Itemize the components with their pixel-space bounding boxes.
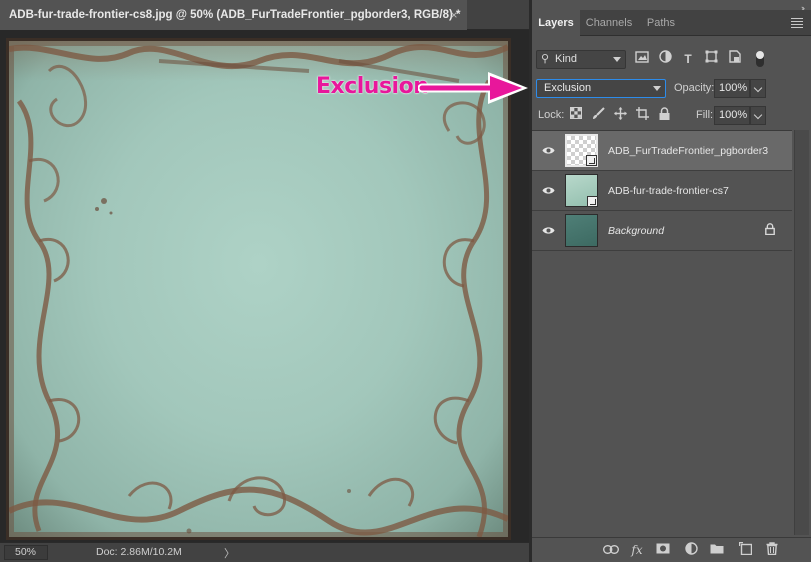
- layer-row-background[interactable]: Background: [532, 211, 792, 251]
- filter-toggle-switch[interactable]: [756, 51, 764, 67]
- layer-thumbnail[interactable]: [565, 174, 598, 207]
- layer-name[interactable]: ADB_FurTradeFrontier_pgborder3: [608, 145, 768, 157]
- annotation-label: Exclusion: [316, 74, 429, 99]
- smart-object-badge-icon: [587, 196, 598, 207]
- adjustment-layer-icon[interactable]: [682, 542, 700, 559]
- document-size-info: Doc: 2.86M/10.2M: [96, 546, 182, 558]
- layers-list: ADB_FurTradeFrontier_pgborder3 ADB-fur-t…: [532, 130, 792, 535]
- lock-label: Lock:: [538, 109, 565, 121]
- eye-visibility-icon[interactable]: [542, 184, 555, 197]
- layers-scrollbar[interactable]: [794, 130, 809, 535]
- chevron-down-icon: [753, 110, 763, 120]
- layer-name[interactable]: Background: [608, 225, 664, 237]
- panel-tab-bar: Layers Channels Paths: [532, 10, 811, 36]
- eye-visibility-icon[interactable]: [542, 144, 555, 157]
- search-icon: ⚲: [541, 53, 550, 65]
- link-layers-icon[interactable]: [602, 542, 620, 559]
- opacity-slider-button[interactable]: [750, 79, 766, 98]
- layer-thumbnail[interactable]: [565, 214, 598, 247]
- type-filter-icon[interactable]: T: [679, 50, 697, 68]
- smart-object-filter-icon[interactable]: [726, 50, 744, 68]
- shape-filter-icon[interactable]: [702, 50, 720, 68]
- layer-row-cs7[interactable]: ADB-fur-trade-frontier-cs7: [532, 171, 792, 211]
- zoom-level-field[interactable]: 50%: [4, 545, 48, 560]
- layers-panel-footer: fx: [532, 537, 811, 562]
- blend-mode-value: Exclusion: [544, 82, 592, 94]
- blend-mode-dropdown[interactable]: Exclusion: [536, 79, 666, 98]
- close-icon[interactable]: ×: [447, 8, 461, 22]
- new-layer-icon[interactable]: [736, 541, 754, 559]
- document-tab-title: ADB-fur-trade-frontier-cs8.jpg @ 50% (AD…: [9, 9, 461, 21]
- lock-row: Lock: Fill: 100%: [532, 104, 811, 126]
- tab-channels[interactable]: Channels: [580, 10, 638, 36]
- opacity-label: Opacity:: [674, 82, 715, 94]
- filter-kind-dropdown[interactable]: ⚲ Kind: [536, 50, 626, 69]
- filter-kind-label: Kind: [555, 53, 578, 65]
- panel-menu-icon[interactable]: [791, 18, 803, 30]
- image-canvas[interactable]: [6, 38, 511, 540]
- fill-slider-button[interactable]: [750, 106, 766, 125]
- ornate-border-artwork: [9, 41, 508, 537]
- lock-transparent-pixels-icon[interactable]: [568, 107, 584, 123]
- eye-visibility-icon[interactable]: [542, 224, 555, 237]
- status-bar: 50% Doc: 2.86M/10.2M 〉: [0, 542, 529, 562]
- layer-style-fx-icon[interactable]: fx: [628, 542, 646, 559]
- lock-artboard-icon[interactable]: [634, 107, 650, 123]
- fill-label: Fill:: [696, 109, 714, 121]
- chevron-down-icon: [753, 83, 763, 93]
- new-group-folder-icon[interactable]: [708, 542, 726, 559]
- tab-paths[interactable]: Paths: [638, 10, 684, 36]
- delete-layer-trash-icon[interactable]: [763, 542, 781, 559]
- blend-mode-row: Exclusion Opacity: 100%: [532, 78, 811, 100]
- document-tab[interactable]: ADB-fur-trade-frontier-cs8.jpg @ 50% (AD…: [0, 0, 467, 30]
- layer-filter-row: ⚲ Kind T: [532, 48, 811, 70]
- lock-position-move-icon[interactable]: [612, 107, 628, 123]
- image-filter-icon[interactable]: [633, 50, 651, 68]
- add-mask-icon[interactable]: [654, 542, 672, 559]
- fill-field[interactable]: 100%: [714, 106, 750, 125]
- layer-lock-icon[interactable]: [765, 223, 775, 235]
- layer-thumbnail[interactable]: [565, 134, 598, 167]
- layer-row-pgborder3[interactable]: ADB_FurTradeFrontier_pgborder3: [532, 131, 792, 171]
- status-menu-arrow-icon[interactable]: 〉: [224, 545, 235, 561]
- lock-all-icon[interactable]: [656, 107, 672, 123]
- chevron-down-icon: [613, 57, 621, 62]
- chevron-down-icon: [653, 86, 661, 91]
- layers-panel: ›› Layers Channels Paths ⚲ Kind T Exclus…: [532, 0, 811, 562]
- scrapbook-paper-image: [9, 41, 508, 537]
- smart-object-badge-icon: [586, 155, 597, 166]
- lock-image-pixels-brush-icon[interactable]: [590, 107, 606, 123]
- opacity-field[interactable]: 100%: [714, 79, 750, 98]
- tab-layers[interactable]: Layers: [532, 10, 580, 36]
- annotation-arrow-icon: [418, 72, 528, 104]
- document-tab-bar: ADB-fur-trade-frontier-cs8.jpg @ 50% (AD…: [0, 0, 529, 30]
- adjustment-filter-icon[interactable]: [656, 50, 674, 68]
- layer-name[interactable]: ADB-fur-trade-frontier-cs7: [608, 185, 729, 197]
